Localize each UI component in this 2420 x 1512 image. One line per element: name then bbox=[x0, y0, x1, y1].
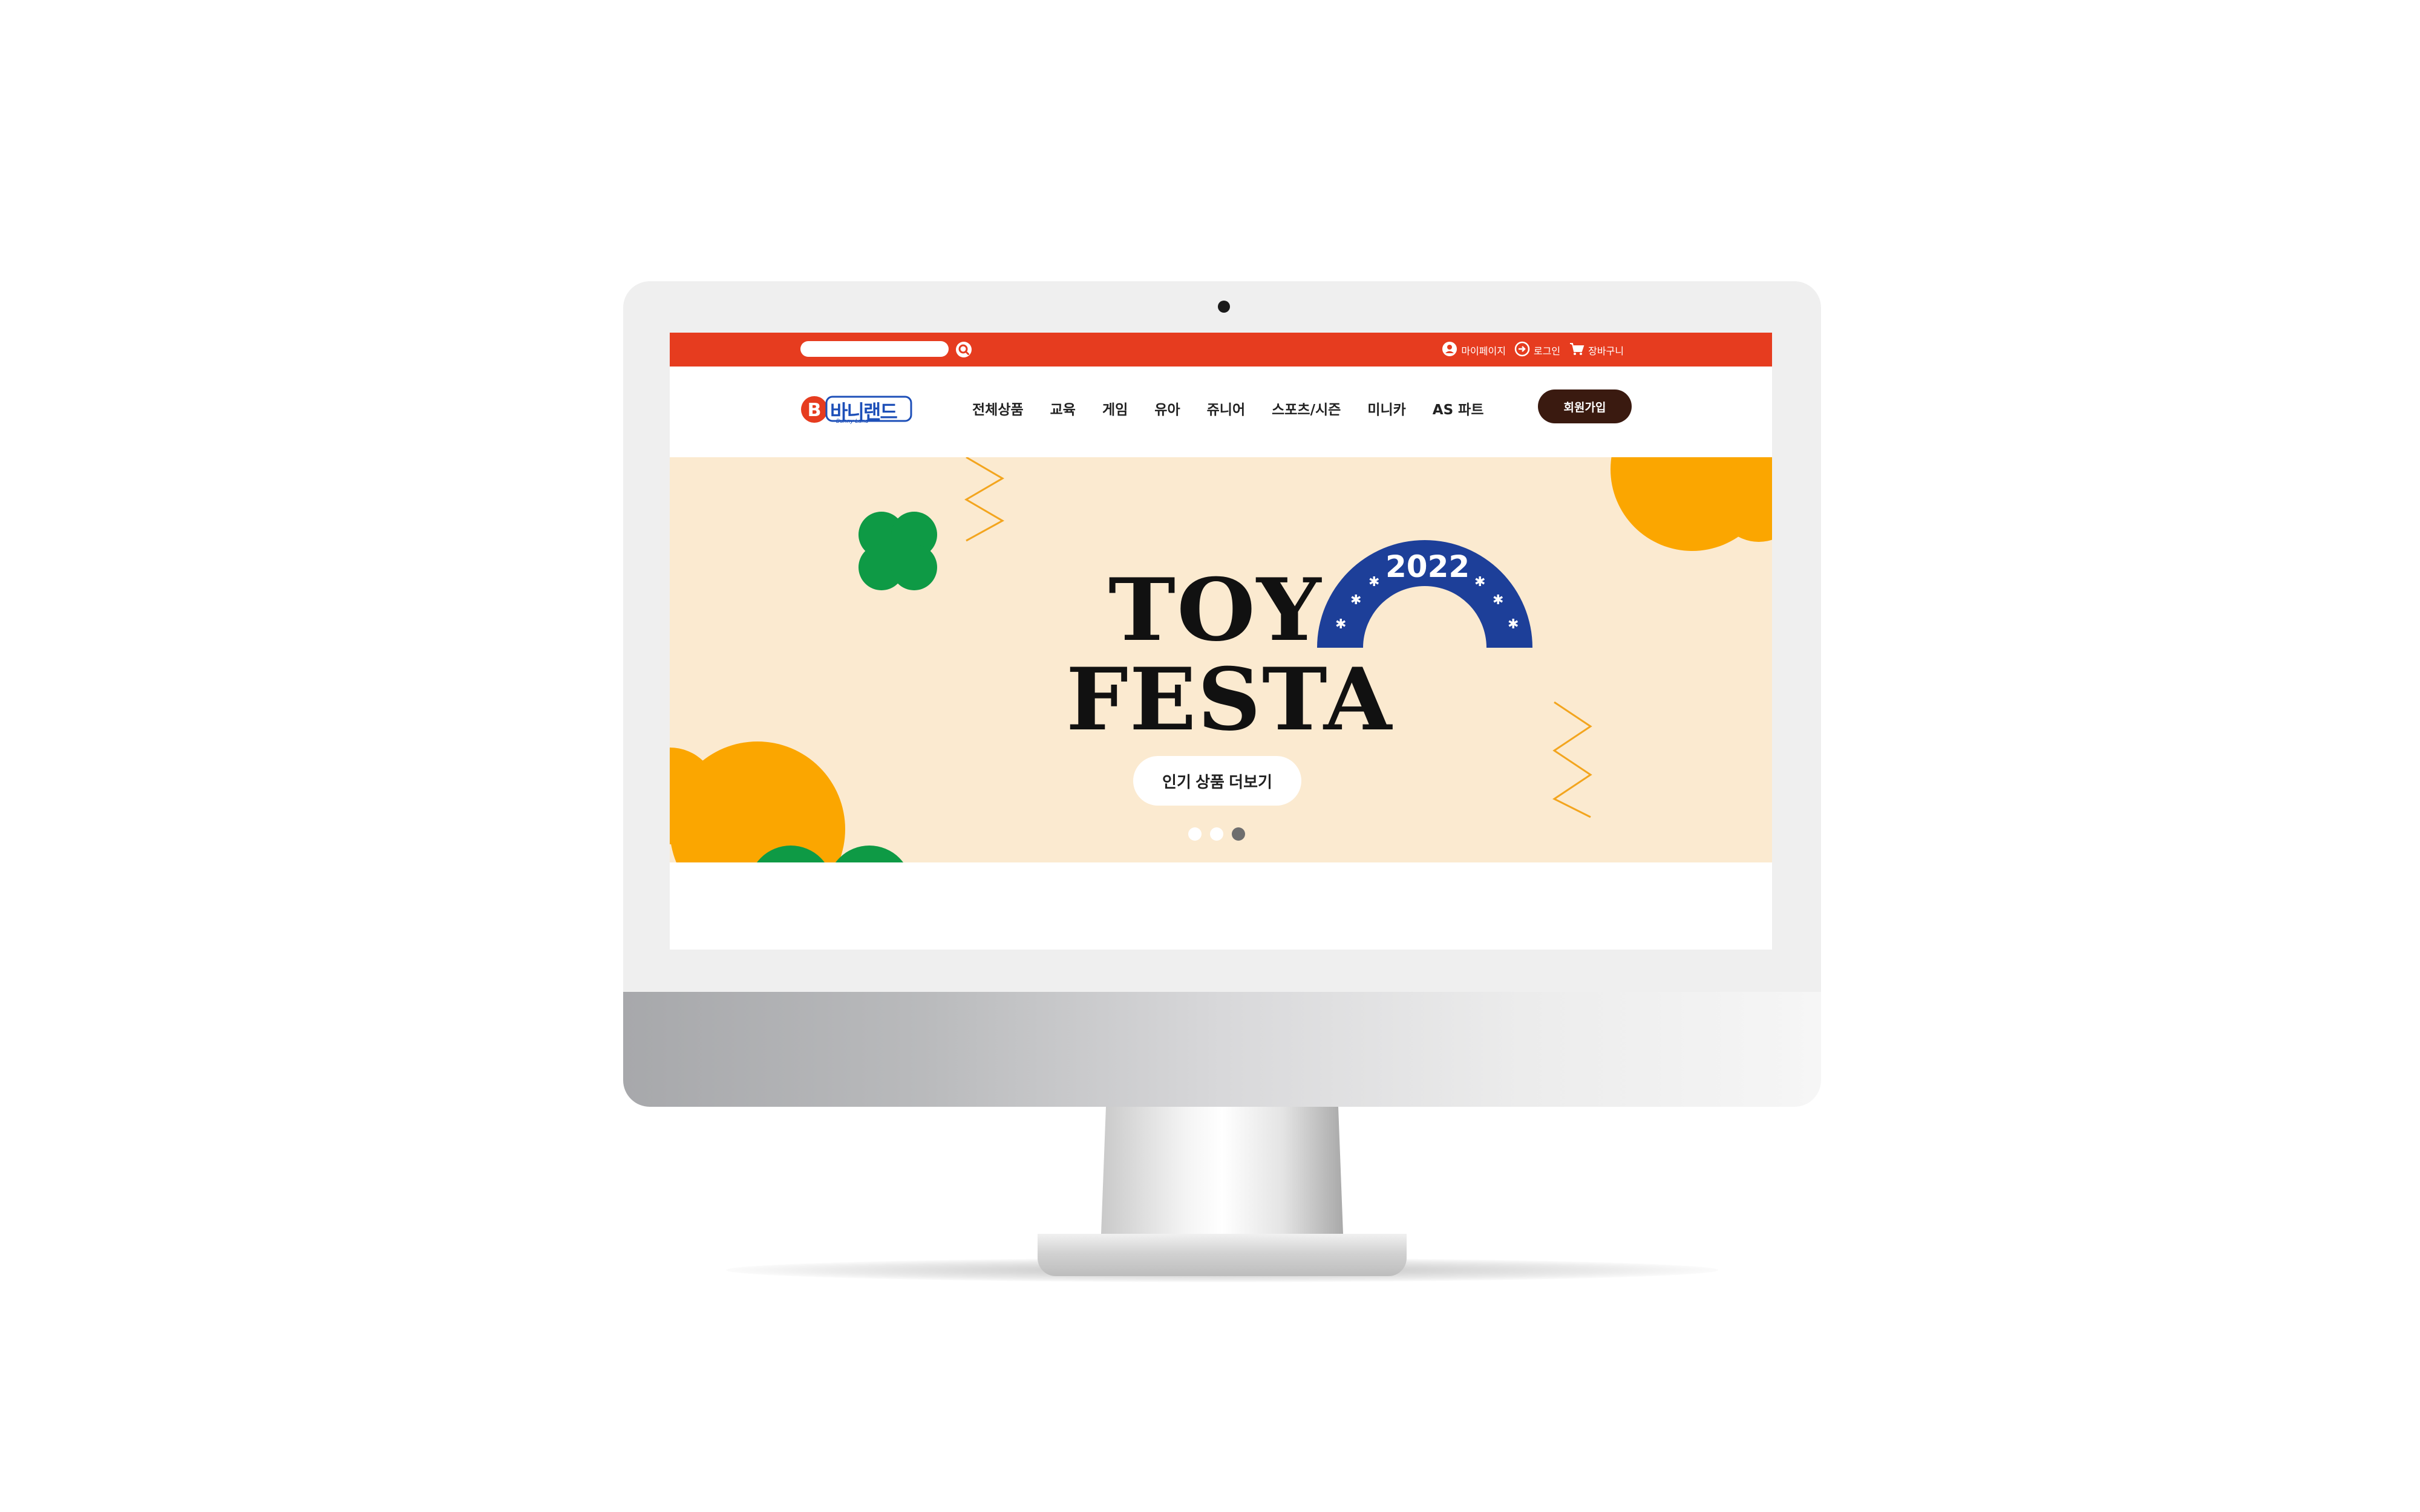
menu-item-junior[interactable]: 쥬니어 bbox=[1207, 398, 1245, 419]
logo-subtext: Bunny Land bbox=[836, 419, 869, 425]
category-menu: 전체상품 교육 게임 유아 쥬니어 스포츠/시즌 미니카 AS 파트 bbox=[972, 398, 1511, 419]
top-utility-bar: 마이페이지 로그인 장바구니 bbox=[670, 333, 1772, 367]
hero-banner: ✱ ✱ ✱ ✱ ✱ ✱ 2022 TOY FESTA 인기 상품 더보기 bbox=[670, 457, 1772, 862]
login-link[interactable]: 로그인 bbox=[1514, 341, 1560, 359]
monitor-neck bbox=[1101, 1107, 1343, 1234]
search-icon[interactable] bbox=[955, 341, 972, 358]
search-input[interactable] bbox=[800, 341, 949, 357]
menu-item-as-parts[interactable]: AS 파트 bbox=[1433, 398, 1484, 419]
menu-item-sports-season[interactable]: 스포츠/시즌 bbox=[1272, 398, 1341, 419]
slide-dot-3[interactable] bbox=[1232, 827, 1245, 841]
popular-products-button[interactable]: 인기 상품 더보기 bbox=[1133, 756, 1301, 806]
zigzag-line-shape bbox=[1552, 701, 1592, 818]
svg-text:✱: ✱ bbox=[1350, 593, 1361, 608]
orange-blob-shape bbox=[670, 741, 845, 862]
menu-item-education[interactable]: 교육 bbox=[1050, 398, 1076, 419]
badge-year: 2022 bbox=[1385, 549, 1470, 584]
cart-label: 장바구니 bbox=[1588, 345, 1624, 357]
monitor-chin bbox=[623, 992, 1821, 1107]
mypage-link[interactable]: 마이페이지 bbox=[1442, 341, 1506, 359]
slider-pagination bbox=[1188, 827, 1245, 841]
menu-item-all[interactable]: 전체상품 bbox=[972, 398, 1024, 419]
signup-button[interactable]: 회원가입 bbox=[1538, 389, 1632, 423]
orange-blob-shape bbox=[1611, 457, 1772, 551]
svg-text:✱: ✱ bbox=[1474, 575, 1485, 590]
website-screen: 마이페이지 로그인 장바구니 B 바니랜드 Bunny Land 전체상품 교육… bbox=[670, 333, 1772, 950]
hero-title-line1: TOY bbox=[1108, 560, 1323, 660]
login-label: 로그인 bbox=[1533, 345, 1561, 357]
content-area-blank bbox=[670, 862, 1772, 950]
cart-link[interactable]: 장바구니 bbox=[1569, 341, 1624, 359]
menu-item-infant[interactable]: 유아 bbox=[1154, 398, 1180, 419]
svg-text:✱: ✱ bbox=[1508, 617, 1519, 632]
utility-links: 마이페이지 로그인 장바구니 bbox=[1442, 341, 1624, 359]
svg-text:✱: ✱ bbox=[1493, 593, 1503, 608]
svg-text:✱: ✱ bbox=[1335, 617, 1346, 632]
user-circle-icon bbox=[1442, 341, 1457, 359]
mypage-label: 마이페이지 bbox=[1461, 345, 1506, 357]
hero-title-line2: FESTA bbox=[1066, 650, 1393, 750]
main-navigation: B 바니랜드 Bunny Land 전체상품 교육 게임 유아 쥬니어 스포츠/… bbox=[670, 367, 1772, 457]
menu-item-minicar[interactable]: 미니카 bbox=[1367, 398, 1405, 419]
slide-dot-2[interactable] bbox=[1210, 827, 1223, 841]
mockup-stage: 마이페이지 로그인 장바구니 B 바니랜드 Bunny Land 전체상품 교육… bbox=[0, 0, 2420, 1512]
login-icon bbox=[1514, 341, 1530, 359]
green-clover-shape bbox=[858, 512, 937, 590]
monitor-base bbox=[1038, 1234, 1407, 1276]
cart-icon bbox=[1569, 341, 1584, 359]
menu-item-game[interactable]: 게임 bbox=[1102, 398, 1128, 419]
webcam-dot bbox=[1218, 301, 1230, 313]
zigzag-line-shape bbox=[964, 457, 1005, 542]
site-logo[interactable]: B 바니랜드 Bunny Land bbox=[800, 391, 915, 428]
svg-text:✱: ✱ bbox=[1369, 575, 1379, 590]
svg-text:B: B bbox=[808, 400, 822, 421]
slide-dot-1[interactable] bbox=[1188, 827, 1202, 841]
